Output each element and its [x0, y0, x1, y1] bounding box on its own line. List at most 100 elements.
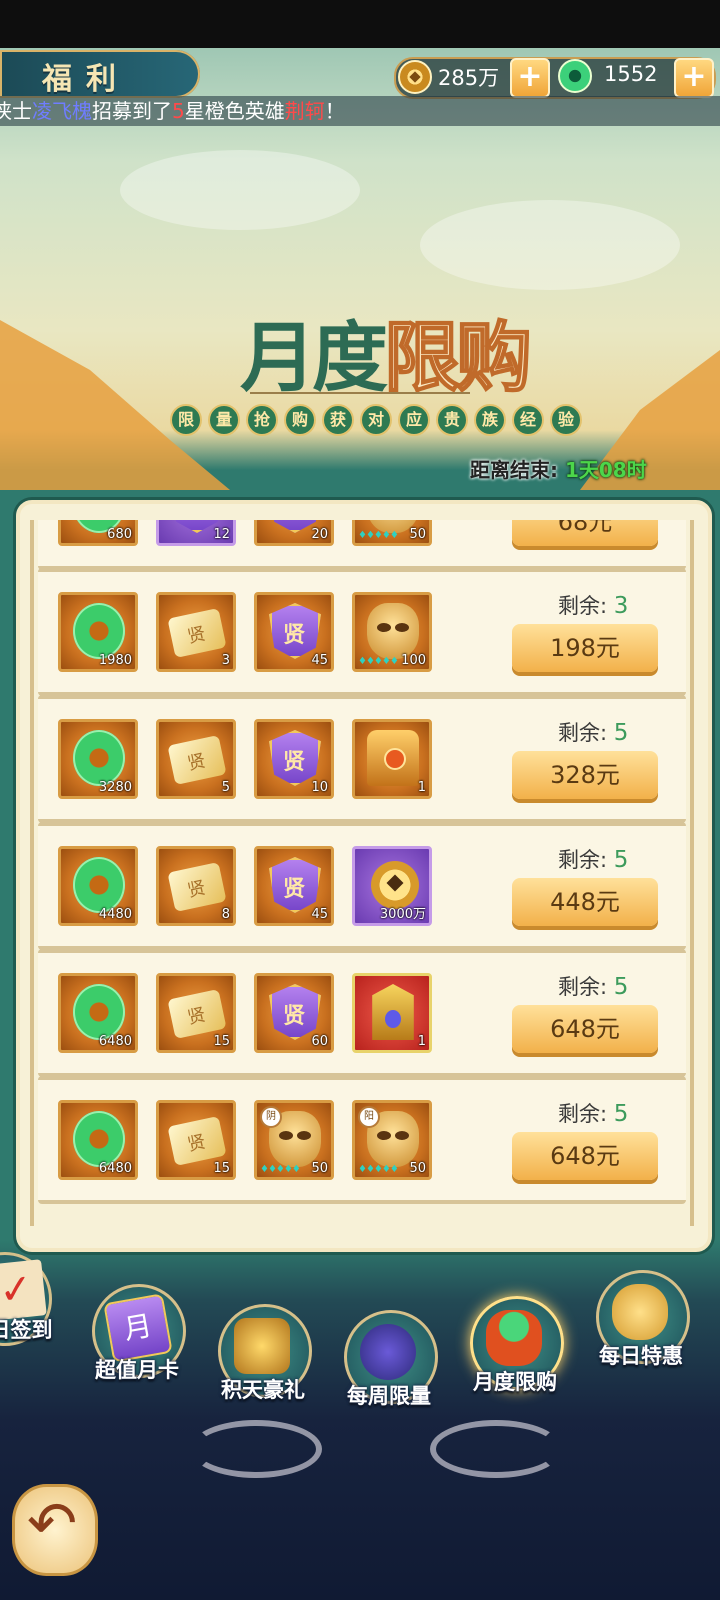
remaining-value: 3 [613, 593, 629, 619]
add-coins-button[interactable]: + [510, 58, 550, 98]
marquee-prefix: 侠士 [0, 99, 32, 123]
treasure-pot-icon [486, 1310, 542, 1366]
cloud-decoration [420, 200, 680, 290]
event-title-part2: 限购 [383, 312, 533, 403]
reward-item[interactable]: 10 [254, 719, 334, 799]
remaining-count: 剩余: 3 [558, 590, 628, 620]
nav-monthly-limit[interactable]: 月度限购 [460, 1296, 570, 1426]
item-quantity: 3000万 [379, 907, 426, 922]
coin-amount: 285万 [438, 66, 500, 90]
reward-item[interactable]: 20 [254, 520, 334, 546]
jade-ring-icon [73, 730, 125, 786]
water-drop-icon: ♦♦♦♦♦ [358, 656, 399, 667]
mask-icon [367, 603, 419, 659]
item-quantity: 1 [417, 1034, 426, 1049]
water-drop-icon: ♦♦♦♦♦ [260, 1164, 301, 1175]
countdown: 距离结束: 1天08时 [470, 454, 647, 483]
marquee-stars: 5 [172, 99, 185, 123]
reward-item[interactable]: 3000万 [352, 846, 432, 926]
countdown-label: 距离结束: [470, 458, 558, 482]
buy-button[interactable]: 448元 [512, 878, 658, 926]
subtitle-char: 获 [322, 404, 354, 436]
item-quantity: 50 [409, 527, 426, 542]
coin-icon [371, 861, 419, 909]
subtitle-char: 购 [284, 404, 316, 436]
token-icon [269, 857, 321, 913]
offer-list[interactable]: 6801220♦♦♦♦♦5068元1980345♦♦♦♦♦100剩余: 3198… [30, 520, 694, 1226]
reward-item[interactable]: 5 [156, 719, 236, 799]
remaining-label: 剩余: [558, 721, 608, 745]
scroll-icon [167, 735, 227, 785]
item-quantity: 1 [417, 780, 426, 795]
reward-item[interactable]: 15 [156, 1100, 236, 1180]
broadcast-marquee: 侠士凌飞槐招募到了5星橙色英雄荆轲！ [0, 96, 720, 126]
offer-row: 680 12 20 ♦♦♦♦♦ 50 68元 [38, 520, 686, 570]
water-drop-icon: ♦♦♦♦♦ [358, 530, 399, 541]
subtitle-char: 量 [208, 404, 240, 436]
gold-bag-icon [612, 1284, 668, 1340]
reward-item[interactable]: ♦♦♦♦♦ 阴 50 [254, 1100, 334, 1180]
reward-item[interactable]: 60 [254, 973, 334, 1053]
offer-row: 4480 8 45 3000万 剩余: 5 448元 [38, 822, 686, 950]
marquee-text: 星橙色英雄 [184, 99, 285, 123]
subtitle-char: 验 [550, 404, 582, 436]
nav-label: 月度限购 [473, 1370, 557, 1394]
reward-item[interactable]: 1980 [58, 592, 138, 672]
checkmark-icon: ✓ [0, 1259, 47, 1321]
token-icon [269, 984, 321, 1040]
marquee-text: 招募到了 [92, 99, 172, 123]
item-quantity: 15 [213, 1034, 230, 1049]
buy-button[interactable]: 648元 [512, 1132, 658, 1180]
item-quantity: 6480 [98, 1034, 132, 1049]
scroll-icon [167, 989, 227, 1039]
nav-daily-sign[interactable]: ✓ 日签到 [0, 1252, 58, 1382]
reward-item[interactable]: ♦♦♦♦♦ 100 [352, 592, 432, 672]
water-drop-icon: ♦♦♦♦♦ [358, 1164, 399, 1175]
reward-item[interactable]: 1 [352, 973, 432, 1053]
reward-item[interactable]: 3280 [58, 719, 138, 799]
event-title-part1: 月度 [240, 313, 388, 402]
reward-item[interactable]: 680 [58, 520, 138, 546]
chest-icon [367, 730, 419, 786]
item-quantity: 45 [311, 653, 328, 668]
scroll-icon [167, 608, 227, 658]
buy-button[interactable]: 198元 [512, 624, 658, 672]
item-quantity: 680 [107, 527, 132, 542]
card-icon: 月 [103, 1293, 173, 1363]
back-button[interactable] [12, 1484, 98, 1576]
item-quantity: 15 [213, 1161, 230, 1176]
remaining-count: 剩余: 5 [558, 844, 628, 874]
reward-item[interactable]: ♦♦♦♦♦ 阳 50 [352, 1100, 432, 1180]
reward-item[interactable]: ♦♦♦♦♦ 50 [352, 520, 432, 546]
remaining-label: 剩余: [558, 594, 608, 618]
nav-accumulate-gift[interactable]: 积天豪礼 [208, 1304, 318, 1434]
nav-daily-deal[interactable]: 每日特惠 [586, 1270, 696, 1400]
reward-item[interactable]: 45 [254, 592, 334, 672]
buy-button[interactable]: 68元 [512, 520, 658, 546]
add-jade-button[interactable]: + [674, 58, 714, 98]
reward-item[interactable]: 15 [156, 973, 236, 1053]
event-subtitle: 限量抢购获对应贵族经验 [170, 404, 582, 436]
treasure-pile-icon [234, 1318, 290, 1374]
reward-item[interactable]: 6480 [58, 1100, 138, 1180]
nav-weekly-limit[interactable]: 每周限量 [334, 1310, 444, 1440]
item-quantity: 50 [409, 1161, 426, 1176]
nav-label: 每日特惠 [599, 1344, 683, 1368]
reward-item[interactable]: 4480 [58, 846, 138, 926]
title-divider [250, 392, 470, 394]
buy-button[interactable]: 648元 [512, 1005, 658, 1053]
reward-item[interactable]: 1 [352, 719, 432, 799]
remaining-label: 剩余: [558, 848, 608, 872]
subtitle-char: 族 [474, 404, 506, 436]
reward-item[interactable]: 45 [254, 846, 334, 926]
item-quantity: 50 [311, 1161, 328, 1176]
reward-item[interactable]: 3 [156, 592, 236, 672]
item-quantity: 5 [221, 780, 230, 795]
jade-ring-icon [73, 603, 125, 659]
subtitle-char: 经 [512, 404, 544, 436]
reward-item[interactable]: 12 [156, 520, 236, 546]
buy-button[interactable]: 328元 [512, 751, 658, 799]
reward-item[interactable]: 6480 [58, 973, 138, 1053]
nav-monthly-card[interactable]: 月 超值月卡 [82, 1284, 192, 1414]
reward-item[interactable]: 8 [156, 846, 236, 926]
